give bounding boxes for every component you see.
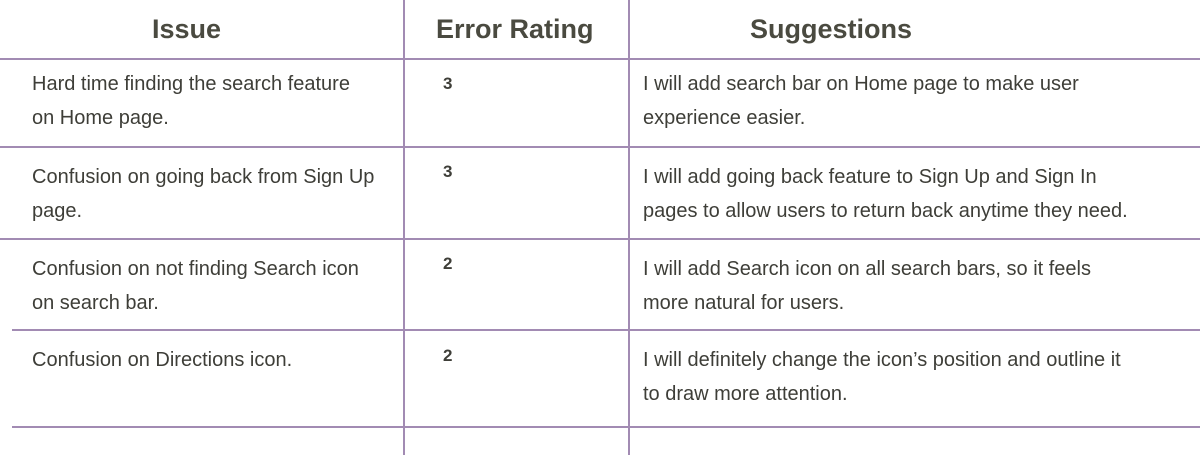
suggestion-line: I will add Search icon on all search bar… bbox=[643, 258, 1091, 280]
table-row-2-rating: 3 bbox=[443, 162, 453, 181]
table-row-4-suggestion: I will definitely change the icon’s posi… bbox=[643, 343, 1121, 411]
row-rule-2 bbox=[0, 238, 1200, 240]
table-row-3-rating: 2 bbox=[443, 254, 453, 273]
table-row-4-rating: 2 bbox=[443, 346, 453, 365]
issue-line: Confusion on not finding Search icon bbox=[32, 258, 359, 280]
suggestion-line: I will add search bar on Home page to ma… bbox=[643, 73, 1079, 95]
suggestion-line: to draw more attention. bbox=[643, 383, 848, 405]
suggestion-line: I will add going back feature to Sign Up… bbox=[643, 166, 1097, 188]
table-row-1-suggestion: I will add search bar on Home page to ma… bbox=[643, 67, 1079, 135]
header-error-rating: Error Rating bbox=[436, 13, 594, 44]
table-row-4-issue: Confusion on Directions icon. bbox=[32, 343, 292, 377]
header-rule bbox=[0, 58, 1200, 60]
suggestion-line: I will definitely change the icon’s posi… bbox=[643, 349, 1121, 371]
row-rule-1 bbox=[0, 146, 1200, 148]
row-rule-3 bbox=[12, 329, 1200, 331]
table-row-2-suggestion: I will add going back feature to Sign Up… bbox=[643, 160, 1128, 228]
column-divider-issue-rating bbox=[403, 0, 405, 455]
header-issue: Issue bbox=[152, 13, 222, 44]
table-row-1-issue: Hard time finding the search feature on … bbox=[32, 67, 350, 135]
suggestion-line: more natural for users. bbox=[643, 292, 845, 314]
row-rule-4 bbox=[12, 426, 1200, 428]
suggestion-line: pages to allow users to return back anyt… bbox=[643, 200, 1128, 222]
issue-line: on search bar. bbox=[32, 292, 159, 314]
suggestion-line: experience easier. bbox=[643, 107, 806, 129]
issue-line: Confusion on Directions icon. bbox=[32, 349, 293, 371]
table-row-3-issue: Confusion on not finding Search icon on … bbox=[32, 252, 359, 320]
issue-line: on Home page. bbox=[32, 107, 169, 129]
header-suggestions: Suggestions bbox=[750, 13, 913, 44]
usability-issues-table: Issue Error Rating Suggestions Hard time… bbox=[0, 0, 1200, 455]
table-row-2-issue: Confusion on going back from Sign Up pag… bbox=[32, 160, 374, 228]
table-row-1-rating: 3 bbox=[443, 74, 453, 93]
issue-line: Confusion on going back from Sign Up bbox=[32, 166, 375, 188]
column-divider-rating-suggestions bbox=[628, 0, 630, 455]
issue-line: Hard time finding the search feature bbox=[32, 73, 350, 95]
table-row-3-suggestion: I will add Search icon on all search bar… bbox=[643, 252, 1091, 320]
issue-line: page. bbox=[32, 200, 83, 222]
